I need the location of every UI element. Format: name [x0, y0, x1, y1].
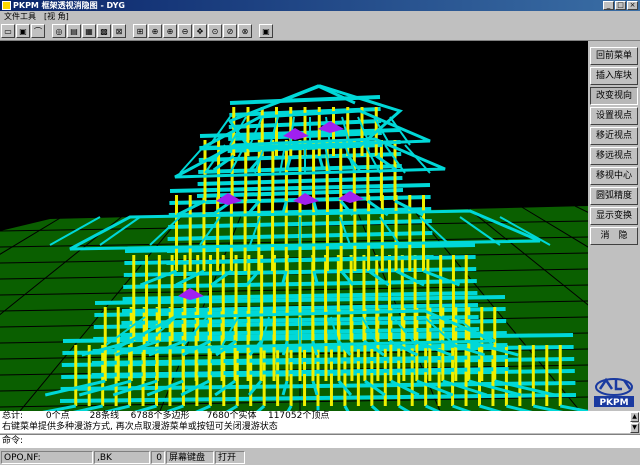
zoom-in-icon[interactable]: ⊕ — [163, 24, 177, 38]
value-field: 0 — [151, 450, 165, 464]
pkpm-logo: PKPM — [594, 377, 634, 408]
camera-icon[interactable]: ▤ — [67, 24, 81, 38]
scroll-down-icon[interactable]: ▼ — [630, 423, 639, 433]
side-btn-move-closer[interactable]: 移近视点 — [590, 127, 638, 145]
pavilion-model — [0, 84, 588, 411]
side-btn-set-viewpoint[interactable]: 设置视点 — [590, 107, 638, 125]
hint-line: 右键菜单提供多种漫游方式, 再次点取漫游菜单或按钮可关闭漫游状态 — [0, 422, 632, 433]
side-btn-back-menu[interactable]: 回前菜单 — [590, 47, 638, 65]
screen-keyboard-label[interactable]: 屏幕键盘 — [166, 450, 214, 464]
arc-icon[interactable]: ⌒ — [31, 24, 45, 38]
zoom-extents-icon[interactable]: ⊙ — [208, 24, 222, 38]
pan-icon[interactable]: ✥ — [193, 24, 207, 38]
zoom-out-icon[interactable]: ⊖ — [178, 24, 192, 38]
3d-viewport[interactable] — [0, 41, 588, 411]
zoom-realtime-icon[interactable]: ⊗ — [238, 24, 252, 38]
command-line[interactable]: 命令: — [0, 434, 640, 448]
zoom-window-icon[interactable]: ⊕ — [148, 24, 162, 38]
circle-icon[interactable]: ◎ — [52, 24, 66, 38]
side-btn-change-view[interactable]: 改变视向 — [590, 87, 638, 105]
save-icon[interactable]: ▣ — [16, 24, 30, 38]
window-title: PKPM 框架透视消隐图 - DYG — [13, 1, 125, 10]
menu-view-angle[interactable]: [视 角] — [40, 11, 73, 22]
cube-icon[interactable]: ▣ — [259, 24, 273, 38]
side-btn-move-farther[interactable]: 移远视点 — [590, 147, 638, 165]
stats-line: 总计: 0个点 28条线 6788个多边形 7680个实体 117052个顶点 — [0, 411, 640, 422]
grid-icon[interactable]: ▦ — [82, 24, 96, 38]
scroll-up-icon[interactable]: ▲ — [630, 412, 639, 422]
maximize-button[interactable]: □ — [615, 1, 626, 10]
menu-bar: 文件工具 [视 角] — [0, 11, 640, 22]
side-btn-display-transform[interactable]: 显示变换 — [590, 207, 638, 225]
select-all-icon[interactable]: ⊞ — [133, 24, 147, 38]
toolbar: ▭ ▣ ⌒ ◎ ▤ ▦ ▩ ⊠ ⊞ ⊕ ⊕ ⊖ ✥ ⊙ ⊘ ⊗ ▣ — [0, 22, 640, 41]
minimize-button[interactable]: _ — [603, 1, 614, 10]
title-bar: PKPM 框架透视消隐图 - DYG _ □ × — [0, 0, 640, 11]
side-btn-insert-block[interactable]: 插入库块 — [590, 67, 638, 85]
command-label: 命令: — [2, 436, 24, 446]
side-btn-arc-precision[interactable]: 圆弧精度 — [590, 187, 638, 205]
svg-text:PKPM: PKPM — [599, 398, 628, 408]
side-menu: 回前菜单 插入库块 改变视向 设置视点 移近视点 移远视点 移视中心 圆弧精度 … — [588, 41, 640, 411]
coord-field: OPO,NF: — [1, 450, 93, 464]
screen-keyboard-toggle[interactable]: 打开 — [215, 450, 245, 464]
zoom-previous-icon[interactable]: ⊘ — [223, 24, 237, 38]
ruler-icon[interactable]: ⊠ — [112, 24, 126, 38]
side-btn-move-center[interactable]: 移视中心 — [590, 167, 638, 185]
mode-field: ,BK — [94, 450, 150, 464]
app-icon — [2, 1, 11, 10]
render-icon[interactable]: ▩ — [97, 24, 111, 38]
side-btn-hide[interactable]: 消 隐 — [590, 227, 638, 245]
menu-file-tools[interactable]: 文件工具 — [0, 11, 40, 22]
close-button[interactable]: × — [627, 1, 638, 10]
bottom-status-bar: OPO,NF: ,BK 0 屏幕键盘 打开 — [0, 449, 640, 465]
open-icon[interactable]: ▭ — [1, 24, 15, 38]
